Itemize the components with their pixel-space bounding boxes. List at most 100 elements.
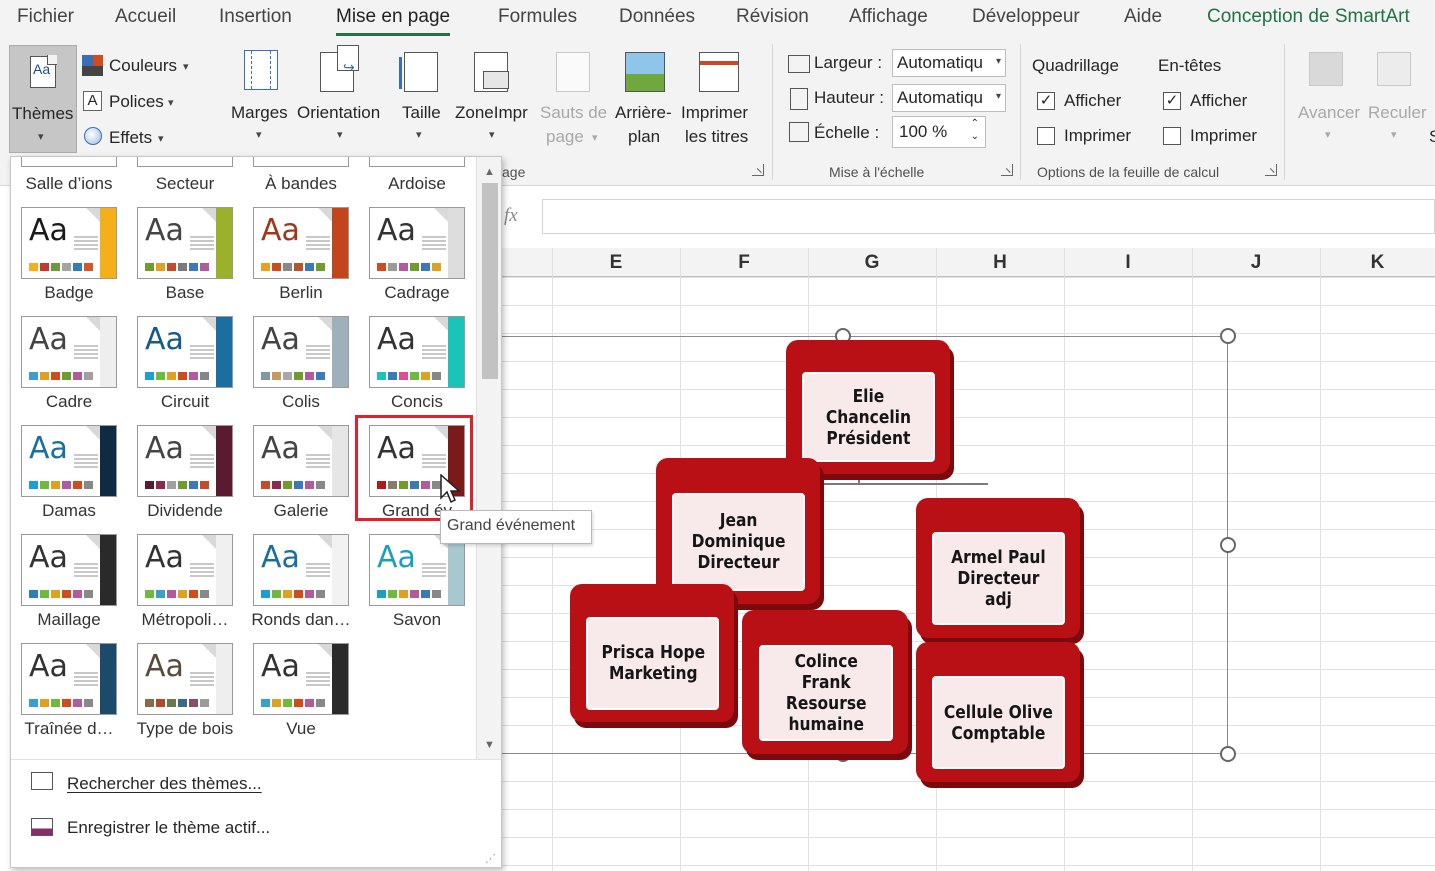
- theme-thumbnail[interactable]: Aa: [137, 534, 233, 606]
- theme-thumbnail[interactable]: Aa: [21, 534, 117, 606]
- org-node[interactable]: Elie Chancelin Président: [786, 340, 950, 474]
- send-backward-button[interactable]: Reculer: [1368, 103, 1427, 123]
- color-swatch: [189, 699, 198, 707]
- theme-thumbnail[interactable]: Aa: [137, 316, 233, 388]
- spin-down-icon[interactable]: ⌄: [971, 131, 979, 142]
- page-fold-icon: [434, 208, 448, 222]
- browse-themes-menu-item[interactable]: Rechercher des thèmes...: [67, 774, 262, 794]
- theme-thumbnail[interactable]: Aa: [253, 316, 349, 388]
- theme-thumbnail[interactable]: Aa: [137, 207, 233, 279]
- fonts-button[interactable]: Polices: [109, 92, 164, 112]
- theme-thumbnail[interactable]: Aa: [137, 425, 233, 497]
- text-lines-icon: [190, 563, 214, 577]
- headings-print-checkbox[interactable]: [1163, 127, 1181, 145]
- width-select[interactable]: Automatiqu ▾: [892, 49, 1006, 77]
- theme-thumbnail[interactable]: [21, 157, 117, 167]
- column-header-i[interactable]: I: [1064, 248, 1192, 277]
- column-header-g[interactable]: G: [808, 248, 936, 277]
- gridlines-view-checkbox[interactable]: ✓: [1037, 92, 1055, 110]
- theme-thumbnail[interactable]: [137, 157, 233, 167]
- text-lines-icon: [306, 672, 330, 686]
- color-swatch: [51, 699, 60, 707]
- theme-thumbnail[interactable]: Aa: [369, 534, 465, 606]
- column-header-j[interactable]: J: [1192, 248, 1320, 277]
- scale-stepper[interactable]: 100 % ⌃ ⌄: [892, 116, 986, 148]
- headings-print-label: Imprimer: [1190, 126, 1258, 145]
- group-separator: [772, 44, 773, 180]
- theme-thumbnail[interactable]: [253, 157, 349, 167]
- gridlines-print-checkbox[interactable]: [1037, 127, 1055, 145]
- theme-thumbnail[interactable]: Aa: [253, 425, 349, 497]
- margins-button[interactable]: Marges: [231, 103, 288, 123]
- print-area-button[interactable]: ZoneImpr: [455, 103, 528, 123]
- scrollbar-thumb[interactable]: [482, 183, 498, 379]
- effects-button[interactable]: Effets: [109, 128, 152, 148]
- org-node[interactable]: Armel Paul Directeur adj: [916, 498, 1080, 638]
- tab-accueil[interactable]: Accueil: [115, 6, 176, 28]
- colors-button[interactable]: Couleurs: [109, 56, 177, 76]
- formula-input[interactable]: [542, 199, 1435, 234]
- resize-handle-right[interactable]: [1220, 537, 1236, 553]
- print-titles-button[interactable]: Imprimer: [681, 103, 748, 123]
- resize-handle-bottom-right[interactable]: [1220, 746, 1236, 762]
- tab-developpeur[interactable]: Développeur: [972, 6, 1080, 28]
- tab-fichier[interactable]: Fichier: [17, 6, 74, 28]
- orientation-button[interactable]: Orientation: [297, 103, 380, 123]
- background-button[interactable]: Arrière-: [615, 103, 672, 123]
- size-button[interactable]: Taille: [402, 103, 441, 123]
- scale-launcher-icon[interactable]: [1001, 164, 1013, 176]
- spin-up-icon[interactable]: ⌃: [971, 118, 979, 129]
- save-theme-menu-item[interactable]: Enregistrer le thème actif...: [67, 818, 270, 838]
- theme-thumbnail[interactable]: Aa: [253, 207, 349, 279]
- tab-aide[interactable]: Aide: [1124, 6, 1162, 28]
- tab-formules[interactable]: Formules: [498, 6, 577, 28]
- org-node[interactable]: Colince Frank Resourse humaine: [742, 610, 908, 754]
- color-swatch: [305, 481, 314, 489]
- height-select[interactable]: Automatiqu ▾: [892, 84, 1006, 112]
- scroll-up-icon[interactable]: ▲: [484, 166, 495, 178]
- resize-handle-top-right[interactable]: [1220, 328, 1236, 344]
- bring-forward-button[interactable]: Avancer: [1298, 103, 1360, 123]
- headings-view-checkbox[interactable]: ✓: [1163, 92, 1181, 110]
- theme-label: Secteur: [155, 174, 215, 193]
- theme-thumbnail[interactable]: Aa: [253, 534, 349, 606]
- theme-color-swatches: [261, 372, 325, 380]
- tab-insertion[interactable]: Insertion: [219, 6, 292, 28]
- theme-thumbnail[interactable]: [369, 157, 465, 167]
- theme-thumbnail[interactable]: Aa: [253, 643, 349, 715]
- column-header-f[interactable]: F: [680, 248, 808, 277]
- theme-thumbnail[interactable]: Aa: [21, 207, 117, 279]
- tab-conception-smartart[interactable]: Conception de SmartArt: [1207, 6, 1410, 28]
- theme-thumbnail[interactable]: Aa: [369, 207, 465, 279]
- gallery-scrollbar[interactable]: ▲ ▼: [476, 157, 501, 759]
- page-setup-launcher-icon[interactable]: [752, 164, 764, 176]
- column-header-k[interactable]: K: [1320, 248, 1435, 277]
- column-header-h[interactable]: H: [936, 248, 1064, 277]
- color-swatch: [200, 590, 209, 598]
- sheet-options-launcher-icon[interactable]: [1265, 164, 1277, 176]
- theme-font-sample: Aa: [377, 540, 416, 575]
- org-node[interactable]: Cellule Olive Comptable: [916, 642, 1080, 782]
- theme-thumbnail[interactable]: Aa: [21, 425, 117, 497]
- tab-donnees[interactable]: Données: [619, 6, 695, 28]
- selection-pane-button-cut[interactable]: S: [1429, 127, 1435, 147]
- theme-thumbnail[interactable]: Aa: [369, 316, 465, 388]
- tab-affichage[interactable]: Affichage: [849, 6, 928, 28]
- themes-button[interactable]: Aa Thèmes ▾: [9, 45, 77, 153]
- function-icon[interactable]: fx: [504, 205, 518, 227]
- org-node[interactable]: Jean Dominique Directeur: [656, 458, 820, 604]
- column-header-e[interactable]: E: [552, 248, 680, 277]
- tab-revision[interactable]: Révision: [736, 6, 809, 28]
- theme-thumbnail[interactable]: Aa: [21, 643, 117, 715]
- fonts-icon: A: [83, 91, 102, 111]
- scale-icon: [789, 122, 809, 142]
- tab-mise-en-page[interactable]: Mise en page: [336, 6, 451, 36]
- org-node[interactable]: Prisca Hope Marketing: [570, 584, 734, 722]
- theme-thumbnail[interactable]: Aa: [137, 643, 233, 715]
- resize-grip-icon[interactable]: ⋰: [485, 852, 496, 865]
- scroll-down-icon[interactable]: ▼: [484, 739, 495, 751]
- theme-label: Vue: [286, 719, 316, 738]
- theme-thumbnail[interactable]: Aa: [21, 316, 117, 388]
- theme-color-swatches: [29, 481, 93, 489]
- breaks-button[interactable]: Sauts de: [540, 103, 607, 123]
